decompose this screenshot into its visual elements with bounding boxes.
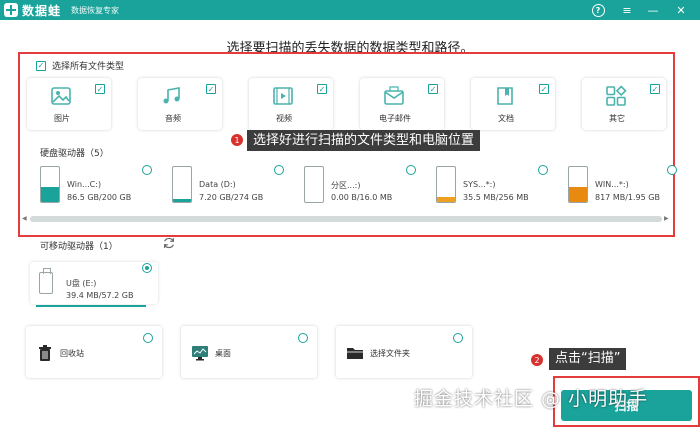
app-brand: 数据蛙 (22, 3, 62, 18)
usb-usage-bar (36, 305, 146, 307)
file-type-card-document[interactable]: ✓ 文档 (471, 78, 555, 130)
document-icon (497, 87, 513, 105)
help-icon: ? (591, 3, 605, 17)
file-type-label: 文档 (498, 114, 514, 123)
usb-drive-radio[interactable] (142, 263, 152, 273)
drive-name: Win...C:) (67, 180, 102, 189)
app-logo: 数据蛙 (4, 2, 61, 19)
file-type-card-video[interactable]: ✓ 视频 (249, 78, 333, 130)
watermark: 掘金技术社区 @ 小明助手 (414, 388, 649, 410)
drive-size: 7.20 GB/274 GB (199, 193, 264, 202)
close-button[interactable]: ✕ (672, 0, 690, 20)
drive-radio[interactable] (142, 165, 152, 175)
file-type-label: 视频 (276, 114, 292, 123)
minimize-button[interactable]: — (644, 0, 662, 20)
horizontal-scrollbar[interactable] (30, 216, 662, 222)
drive-size: 817 MB/1.95 GB (595, 193, 660, 202)
location-desktop[interactable]: 桌面 (181, 326, 317, 378)
scroll-right-icon[interactable]: ▶ (664, 215, 669, 222)
location-radio[interactable] (453, 333, 463, 343)
drive-radio[interactable] (667, 165, 677, 175)
drive-name: WIN...*:) (595, 180, 629, 189)
close-icon: ✕ (676, 3, 686, 17)
file-type-card-image[interactable]: ✓ 图片 (27, 78, 111, 130)
drive-radio[interactable] (538, 165, 548, 175)
file-type-label: 图片 (54, 114, 70, 123)
file-type-checkbox[interactable]: ✓ (650, 84, 660, 94)
audio-icon (163, 87, 180, 104)
drive-icon (568, 166, 588, 203)
location-label: 选择文件夹 (370, 349, 410, 358)
hard-drives-title: 硬盘驱动器（5） (40, 149, 109, 159)
menu-button[interactable]: ≡ (618, 0, 636, 20)
file-type-label: 音频 (165, 114, 181, 123)
drive-size: 35.5 MB/256 MB (463, 193, 529, 202)
folder-icon (347, 348, 363, 359)
app-subtitle: 数据恢复专家 (71, 5, 120, 15)
step-badge-2: 2 (531, 354, 543, 366)
desktop-icon (192, 346, 208, 361)
step-badge-1: 1 (231, 134, 243, 146)
drive-icon (436, 166, 456, 203)
other-icon (606, 85, 627, 106)
drive-item[interactable]: WIN...*:) 817 MB/1.95 GB (568, 166, 668, 208)
file-type-checkbox[interactable]: ✓ (206, 84, 216, 94)
minimize-icon: — (647, 3, 659, 17)
logo-cross-icon (4, 3, 18, 17)
drive-radio[interactable] (274, 165, 284, 175)
usb-drive-name: U盘 (E:) (66, 279, 97, 288)
file-type-card-audio[interactable]: ✓ 音频 (138, 78, 222, 130)
drive-radio[interactable] (406, 165, 416, 175)
drive-name: SYS...*:) (463, 180, 496, 189)
location-radio[interactable] (298, 333, 308, 343)
scrollbar-thumb[interactable] (30, 216, 662, 222)
image-icon (51, 87, 71, 105)
checkbox-icon: ✓ (36, 60, 46, 71)
recycle-bin-icon (39, 345, 51, 361)
refresh-icon[interactable] (162, 236, 176, 250)
select-all-label: 选择所有文件类型 (52, 62, 125, 72)
location-recycle-bin[interactable]: 回收站 (26, 326, 162, 378)
scroll-left-icon[interactable]: ◀ (22, 215, 27, 222)
file-type-card-other[interactable]: ✓ 其它 (582, 78, 666, 130)
removable-drives-title: 可移动驱动器（1） (40, 242, 118, 252)
select-all-checkbox[interactable]: ✓ 选择所有文件类型 (36, 59, 124, 72)
drive-name: Data (D:) (199, 180, 236, 189)
file-type-card-email[interactable]: ✓ 电子邮件 (360, 78, 444, 130)
drive-size: 0.00 B/16.0 MB (331, 193, 393, 202)
step2-callout: 点击“扫描” (549, 348, 627, 370)
drive-icon (40, 166, 60, 203)
file-type-checkbox[interactable]: ✓ (539, 84, 549, 94)
usb-drive-size: 39.4 MB/57.2 GB (66, 291, 134, 300)
file-type-label: 电子邮件 (379, 114, 411, 123)
drive-icon (304, 166, 324, 203)
location-radio[interactable] (143, 333, 153, 343)
file-type-checkbox[interactable]: ✓ (95, 84, 105, 94)
help-button[interactable]: ? (589, 0, 607, 20)
location-label: 桌面 (215, 349, 231, 358)
file-type-checkbox[interactable]: ✓ (317, 84, 327, 94)
location-label: 回收站 (60, 349, 84, 358)
email-icon (384, 86, 404, 105)
drive-name: 分区...:) (331, 181, 361, 190)
file-type-checkbox[interactable]: ✓ (428, 84, 438, 94)
drive-size: 86.5 GB/200 GB (67, 193, 132, 202)
file-type-label: 其它 (609, 114, 625, 123)
location-select-folder[interactable]: 选择文件夹 (336, 326, 472, 378)
usb-drive-item[interactable]: U盘 (E:) 39.4 MB/57.2 GB (30, 262, 158, 304)
menu-icon: ≡ (622, 3, 632, 17)
usb-drive-icon (39, 268, 53, 294)
video-icon (273, 87, 293, 105)
drive-icon (172, 166, 192, 203)
step1-callout: 选择好进行扫描的文件类型和电脑位置 (247, 130, 481, 151)
